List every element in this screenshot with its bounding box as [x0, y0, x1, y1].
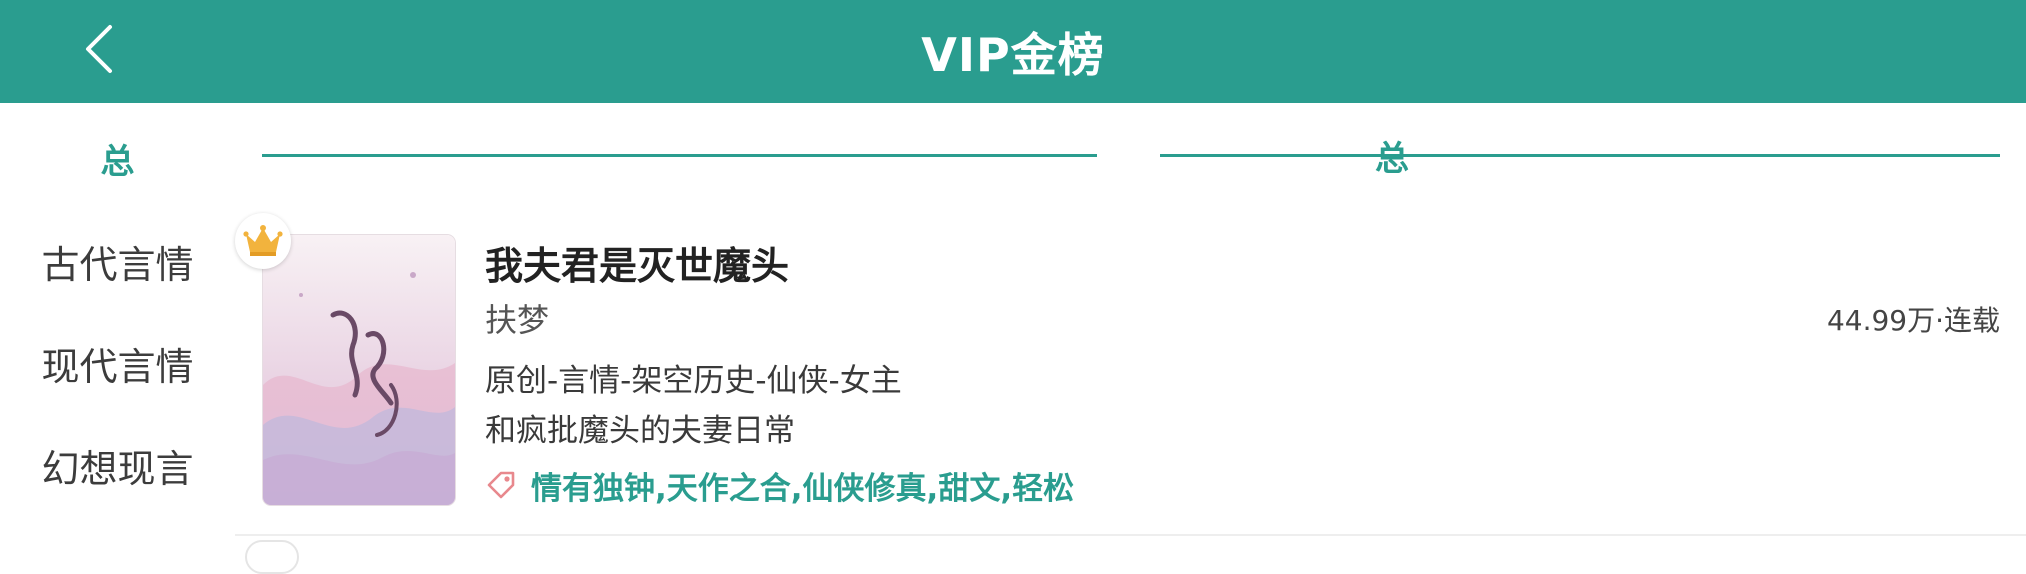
- tag-icon: [487, 471, 515, 499]
- crown-icon: [243, 225, 283, 256]
- book-cover[interactable]: [263, 235, 455, 505]
- book-author[interactable]: 扶梦: [485, 295, 549, 341]
- section-divider-left: [262, 154, 1097, 157]
- page-title: VIP金榜: [921, 27, 1105, 82]
- book-list-item[interactable]: 我夫君是灭世魔头 扶梦 原创-言情-架空历史-仙侠-女主 和疯批魔头的夫妻日常 …: [235, 205, 2026, 535]
- book-meta: 44.99万·连载: [1826, 304, 2000, 337]
- list-divider: [235, 534, 2026, 536]
- sidebar-item-ancient-romance[interactable]: 古代言情: [0, 231, 235, 291]
- book-title[interactable]: 我夫君是灭世魔头: [485, 235, 789, 290]
- book-category: 原创-言情-架空历史-仙侠-女主: [485, 363, 902, 399]
- sidebar-item-all[interactable]: 总: [0, 128, 235, 188]
- sidebar-item-modern-romance[interactable]: 现代言情: [0, 333, 235, 393]
- book-tags: 情有独钟,天作之合,仙侠修真,甜文,轻松: [485, 463, 1074, 507]
- category-sidebar: 总 古代言情 现代言情 幻想现言: [0, 103, 235, 554]
- section-header: 总: [262, 130, 2002, 180]
- rank-badge: [235, 213, 291, 269]
- sidebar-item-fantasy-modern[interactable]: 幻想现言: [0, 435, 235, 495]
- section-divider-right: [1160, 154, 2000, 157]
- book-description: 和疯批魔头的夫妻日常: [485, 413, 795, 449]
- top-navigation-bar: VIP金榜: [0, 0, 2026, 103]
- tag-list: 情有独钟,天作之合,仙侠修真,甜文,轻松: [531, 470, 1075, 507]
- book-cover-art: [263, 235, 455, 505]
- rank-badge-next: [245, 540, 299, 574]
